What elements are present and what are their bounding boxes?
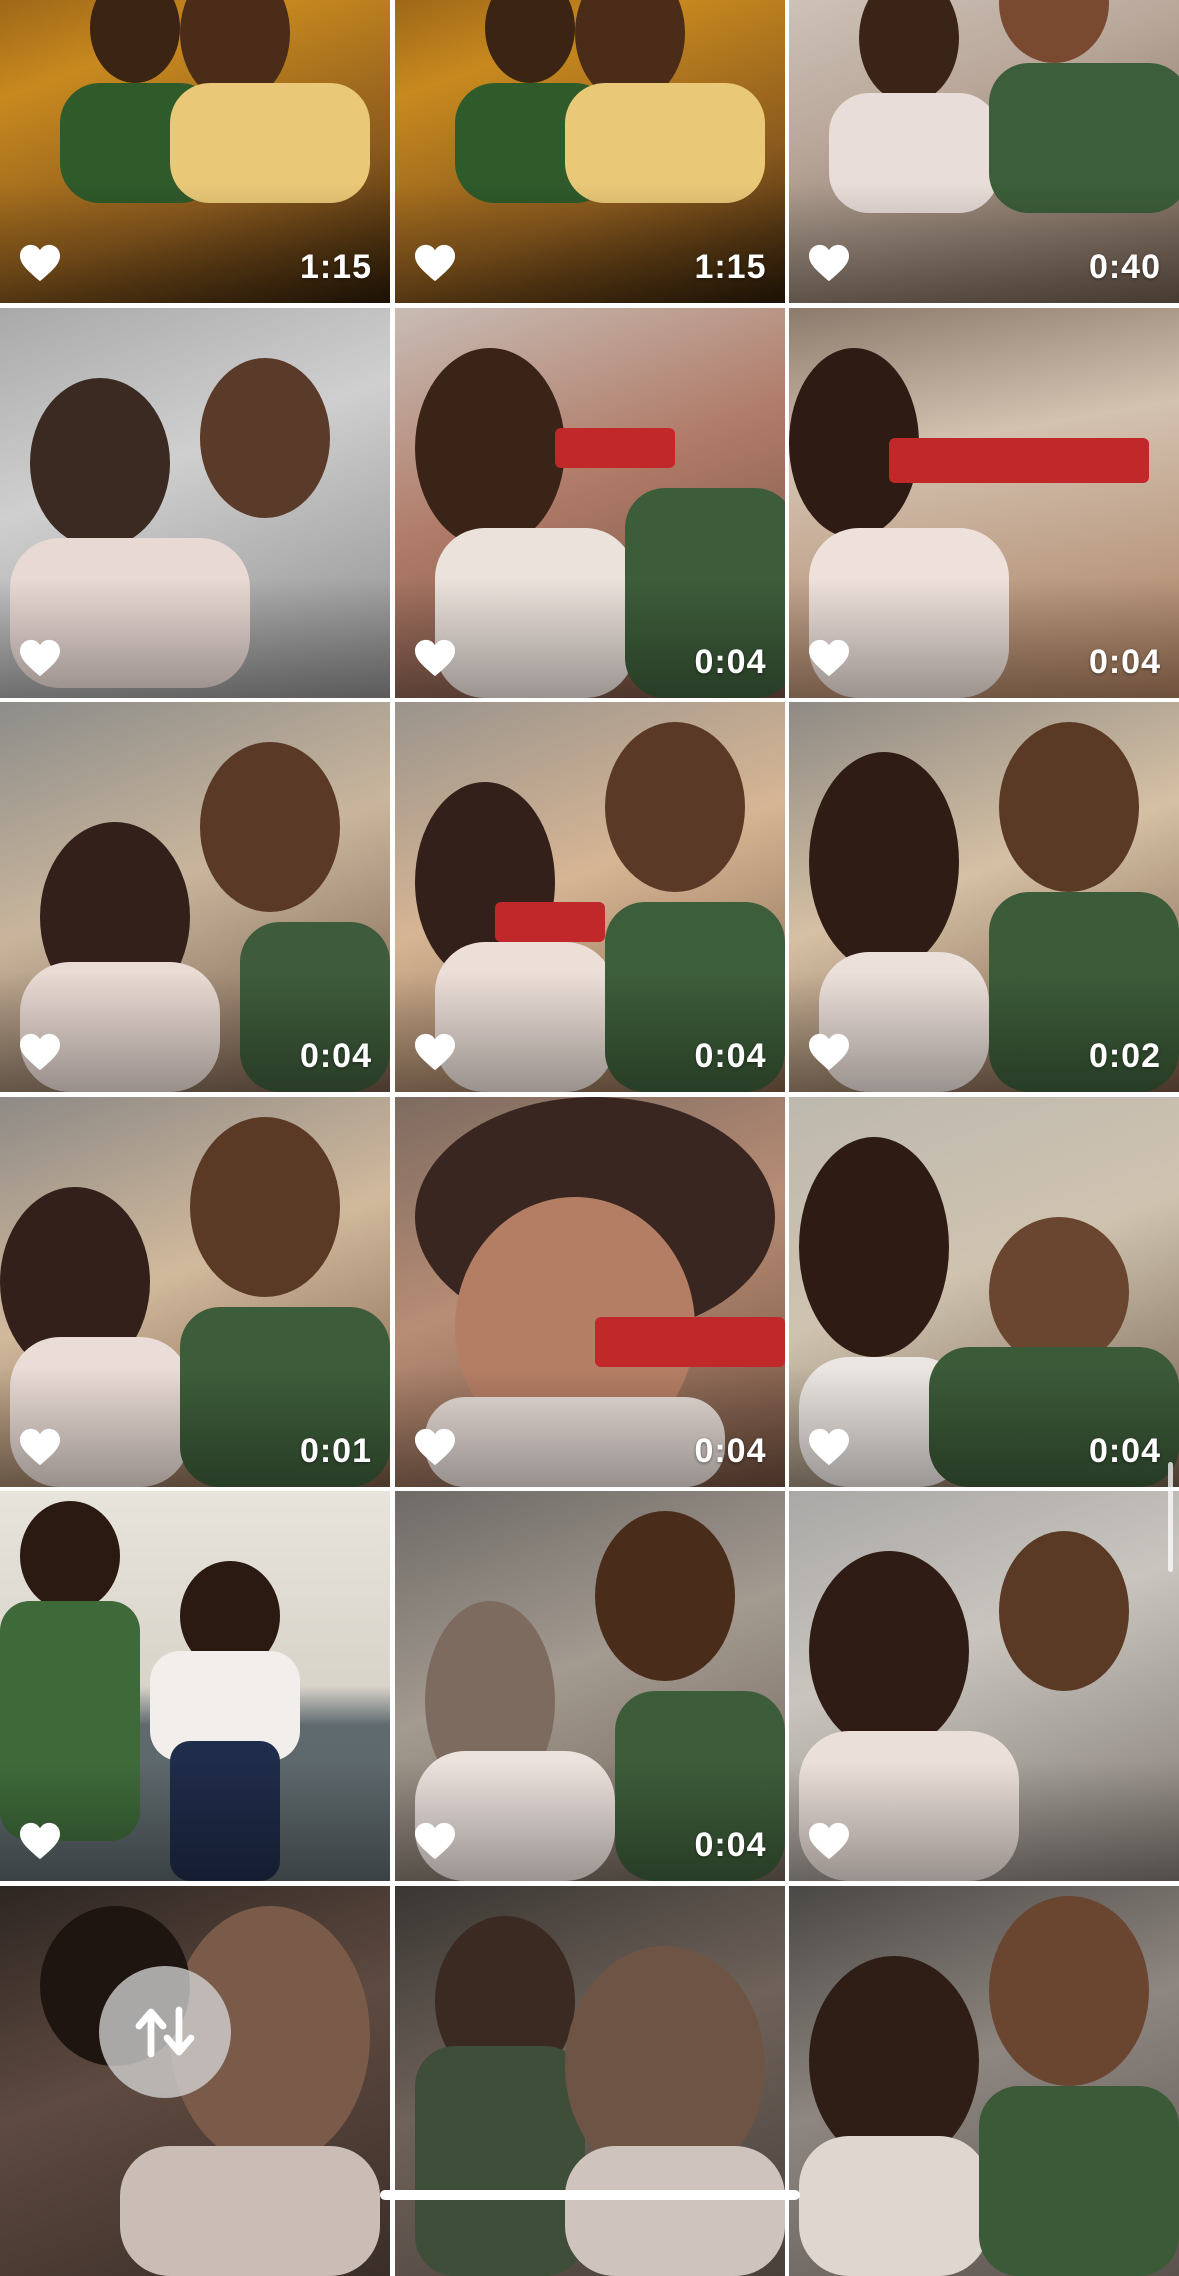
video-duration: 1:15	[299, 248, 372, 286]
media-tile[interactable]	[789, 1885, 1179, 2276]
media-tile[interactable]: 0:40	[789, 0, 1179, 303]
video-duration: 0:04	[694, 642, 767, 681]
scroll-indicator[interactable]	[1168, 1462, 1173, 1572]
media-tile[interactable]	[394, 1885, 785, 2276]
media-tile[interactable]: 0:04	[394, 1491, 785, 1881]
sort-arrows-icon	[135, 2006, 195, 2058]
home-indicator[interactable]	[380, 2190, 800, 2200]
media-tile[interactable]: 0:04	[394, 1096, 785, 1487]
media-tile[interactable]: 0:04	[0, 702, 390, 1092]
video-duration: 0:40	[1088, 248, 1161, 286]
media-tile[interactable]	[789, 1491, 1179, 1881]
media-tile[interactable]: 0:02	[789, 702, 1179, 1092]
heart-icon	[414, 244, 455, 282]
media-tile[interactable]	[0, 307, 390, 698]
video-duration: 0:04	[694, 1037, 767, 1075]
media-tile[interactable]: 0:04	[394, 702, 785, 1092]
photo-thumbnail	[789, 1885, 1179, 2276]
video-duration: 0:04	[1088, 1431, 1161, 1470]
heart-icon	[414, 1822, 455, 1860]
heart-icon	[414, 639, 455, 676]
video-duration: 0:04	[299, 1037, 372, 1075]
heart-icon	[809, 639, 849, 676]
video-duration: 0:04	[1088, 642, 1161, 681]
heart-icon	[809, 1428, 849, 1465]
heart-icon	[809, 1033, 849, 1071]
media-tile[interactable]: 1:15	[0, 0, 390, 303]
media-tile[interactable]	[0, 1491, 390, 1881]
media-tile[interactable]: 0:04	[394, 307, 785, 698]
heart-icon	[20, 244, 60, 282]
heart-icon	[20, 1822, 60, 1860]
video-duration: 0:04	[694, 1826, 767, 1864]
heart-icon	[20, 1428, 60, 1465]
heart-icon	[20, 639, 60, 676]
heart-icon	[809, 244, 849, 282]
heart-icon	[414, 1428, 455, 1465]
media-tile[interactable]: 0:04	[789, 307, 1179, 698]
photo-grid: 1:15 1:15 0:40 0:04 0:04 0:04 0:04 0:02 …	[0, 0, 1179, 2276]
heart-icon	[20, 1033, 60, 1071]
sort-toggle-button[interactable]	[99, 1966, 231, 2098]
heart-icon	[809, 1822, 849, 1860]
heart-icon	[414, 1033, 455, 1071]
photo-thumbnail	[394, 1885, 785, 2276]
video-duration: 1:15	[694, 248, 767, 286]
media-tile[interactable]: 0:04	[789, 1096, 1179, 1487]
video-duration: 0:04	[694, 1431, 767, 1470]
media-tile[interactable]: 1:15	[394, 0, 785, 303]
video-duration: 0:01	[299, 1431, 372, 1470]
media-tile[interactable]: 0:01	[0, 1096, 390, 1487]
video-duration: 0:02	[1088, 1037, 1161, 1075]
